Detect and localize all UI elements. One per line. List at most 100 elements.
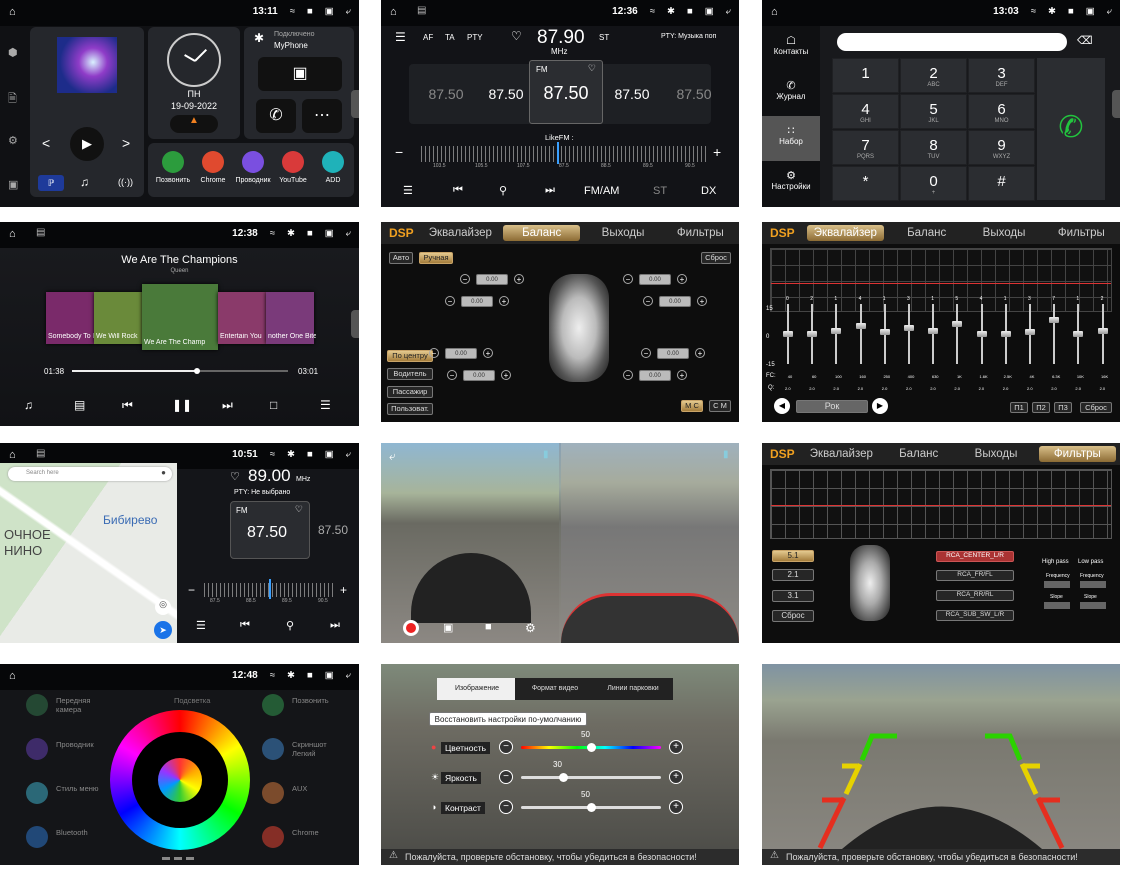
plus-button[interactable]: + [483, 348, 493, 358]
band-slider-track[interactable] [908, 304, 910, 364]
album-cover-4[interactable]: nother One Bites [266, 292, 316, 344]
preset-heart[interactable]: ♡ [588, 63, 596, 74]
tab-0[interactable]: Эквалайзер [422, 227, 499, 239]
app-icon-1[interactable] [202, 151, 224, 173]
minus-button[interactable]: − [643, 296, 653, 306]
dx-button[interactable]: DX [701, 185, 716, 197]
lyrics-icon[interactable]: ▤ [74, 398, 85, 412]
app-label[interactable]: ADD [310, 177, 356, 184]
search-bar[interactable]: Search here ● [8, 467, 172, 481]
prev-preset-button[interactable]: ◀ [774, 398, 790, 414]
next-icon[interactable]: ⏭ [545, 184, 555, 197]
number-field[interactable] [837, 33, 1067, 51]
play-button[interactable]: ▶ [70, 127, 104, 161]
window-list-icon[interactable]: ▤ [417, 5, 426, 16]
pause-icon[interactable]: ❚❚ [172, 398, 192, 412]
lock-icon[interactable]: ■ [485, 621, 492, 633]
preset-freq-2[interactable]: 87.50 [318, 523, 348, 537]
setting-knob-1[interactable] [559, 773, 568, 782]
right-app-label-3[interactable]: Chrome [292, 828, 348, 837]
minus-button[interactable]: − [188, 583, 195, 597]
flag-af[interactable]: AF [423, 33, 433, 42]
preset-user[interactable]: Пользоват. [387, 403, 433, 415]
mode-auto[interactable]: Авто [389, 252, 413, 264]
p1-button[interactable]: П1 [1010, 402, 1028, 413]
key-1[interactable]: 2 ABC [900, 58, 967, 93]
cube-icon[interactable]: ⬢ [8, 46, 18, 59]
next-icon[interactable]: ⏭ [222, 398, 233, 413]
search-icon[interactable]: ⚲ [286, 619, 294, 632]
preset-driver[interactable]: Водитель [387, 368, 433, 380]
favorite-icon[interactable]: ♡ [511, 29, 522, 43]
tuner-needle[interactable] [269, 579, 271, 599]
key-3[interactable]: 4 GHI [832, 94, 899, 129]
reset-button[interactable]: Сброс [1080, 402, 1112, 413]
window-list-icon[interactable]: ▤ [36, 227, 45, 238]
window-icon[interactable]: ▣ [1086, 6, 1095, 17]
gear-icon[interactable]: ⚙ [8, 134, 18, 147]
right-app-label-1[interactable]: Скриншот Легкий [292, 740, 348, 758]
settings-tab-1[interactable]: Формат видео [515, 678, 595, 700]
minus-button[interactable]: − [623, 274, 633, 284]
mic-icon[interactable]: ● [161, 468, 166, 477]
band-slider-knob[interactable] [783, 331, 793, 337]
minus-button[interactable]: − [429, 348, 439, 358]
app-icon-0[interactable] [162, 151, 184, 173]
plus-button[interactable]: + [697, 296, 707, 306]
key-4[interactable]: 5 JKL [900, 94, 967, 129]
camera-icon[interactable]: ▣ [8, 178, 18, 191]
app-icon-4[interactable] [322, 151, 344, 173]
nav-button[interactable]: ▲ [170, 115, 218, 133]
settings-tab-2[interactable]: Линии парковки [593, 678, 673, 700]
snapshot-icon[interactable]: ▣ [443, 621, 453, 634]
flag-ta[interactable]: TA [445, 33, 455, 42]
window-icon[interactable]: ▣ [325, 670, 334, 681]
plus-button[interactable]: + [514, 274, 524, 284]
right-app-icon-1[interactable] [262, 738, 284, 760]
back-icon[interactable]: ⤶ [389, 449, 396, 464]
right-app-icon-0[interactable] [262, 694, 284, 716]
key-6[interactable]: 7 PQRS [832, 130, 899, 165]
color-preview[interactable] [158, 758, 202, 802]
dialpad-button[interactable]: ⋯ [302, 99, 342, 133]
band-slider-knob[interactable] [831, 328, 842, 334]
reset-button[interactable]: Сброс [772, 610, 814, 622]
mode-31[interactable]: 3.1 [772, 590, 814, 602]
favorite-icon[interactable]: ♡ [230, 470, 240, 483]
plus-button[interactable]: + [340, 583, 347, 597]
back-icon[interactable]: ⤶ [346, 670, 351, 681]
menu-icon[interactable]: ☰ [403, 184, 413, 197]
minus-button[interactable]: − [395, 144, 403, 160]
back-icon[interactable]: ⤶ [1107, 6, 1112, 17]
call-button[interactable]: ✆ [256, 99, 296, 133]
home-icon[interactable]: ⌂ [9, 449, 16, 461]
band-slider-knob[interactable] [1073, 331, 1084, 337]
settings-tab-0[interactable]: Изображение [437, 678, 517, 700]
setting-knob-0[interactable] [587, 743, 596, 752]
prev-icon[interactable]: ⏮ [453, 184, 463, 197]
band-slider-track[interactable] [956, 304, 959, 364]
preset-1[interactable]: 87.50 [479, 68, 533, 120]
restore-defaults-button[interactable]: Восстановить настройки по-умолчанию [429, 712, 587, 726]
home-icon[interactable]: ⌂ [9, 670, 16, 682]
right-app-label-0[interactable]: Позвонить [292, 696, 348, 705]
left-app-label-0[interactable]: Передняя камера [56, 696, 106, 714]
window-list-icon[interactable]: ▤ [36, 448, 45, 459]
record-button[interactable] [403, 620, 419, 636]
preset-3[interactable]: 87.50 [605, 68, 659, 120]
progress-knob[interactable] [194, 368, 201, 374]
left-app-icon-0[interactable] [26, 694, 48, 716]
lp-frequency-select[interactable] [1080, 581, 1106, 588]
album-art[interactable] [57, 37, 117, 93]
cover-carousel[interactable]: Somebody To LovWe Will Rock We Are The Ch… [0, 282, 359, 352]
setting-plus-0[interactable]: + [669, 740, 683, 754]
home-icon[interactable]: ⌂ [9, 228, 16, 240]
plus-button[interactable]: + [677, 370, 687, 380]
plus-button[interactable]: + [713, 144, 721, 160]
prev-icon[interactable]: ⏮ [122, 398, 133, 413]
back-icon[interactable]: ⤶ [346, 6, 351, 17]
side-handle[interactable] [351, 310, 359, 338]
high-pass-label[interactable]: High pass [1042, 559, 1069, 565]
locate-button[interactable]: ◎ [155, 599, 171, 615]
side-handle[interactable] [351, 89, 359, 118]
